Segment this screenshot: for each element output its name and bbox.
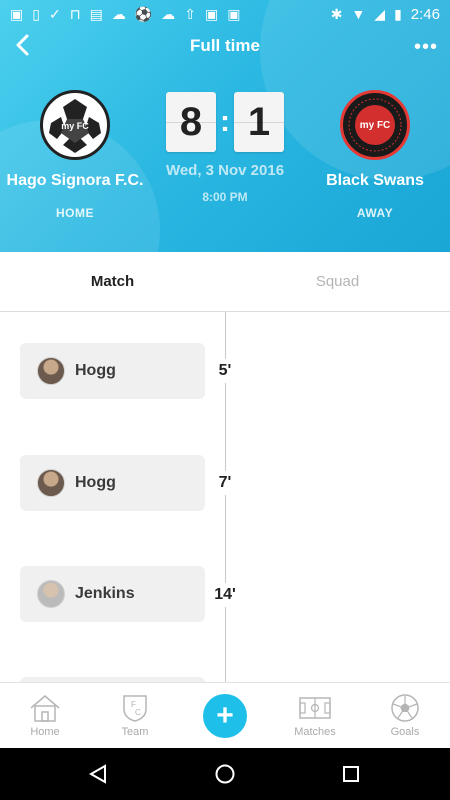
nav-goals[interactable]: Goals bbox=[360, 683, 450, 749]
player-name: Hogg bbox=[75, 474, 116, 491]
nav-matches[interactable]: Matches bbox=[270, 683, 360, 749]
check-icon: ✓ bbox=[48, 6, 61, 22]
event-minute: 5' bbox=[205, 359, 245, 383]
pitch-icon bbox=[299, 697, 331, 719]
home-score: 8 bbox=[166, 92, 216, 152]
recents-square-icon[interactable] bbox=[341, 764, 361, 784]
nav-team[interactable]: F C Team bbox=[90, 683, 180, 749]
svg-text:C: C bbox=[135, 708, 141, 717]
event-minute: 14' bbox=[205, 583, 245, 607]
keyboard-icon: ▤ bbox=[89, 6, 103, 22]
team-crest-icon: F C bbox=[123, 695, 147, 722]
overscan-icon: ⊓ bbox=[69, 6, 81, 22]
crest-text: my FC bbox=[360, 120, 391, 131]
nav-home-label: Home bbox=[30, 726, 60, 738]
nav-goals-label: Goals bbox=[390, 726, 420, 738]
timeline-event[interactable]: Jenkins bbox=[20, 566, 205, 622]
avatar bbox=[37, 580, 65, 608]
cloud-icon: ☁ bbox=[111, 6, 126, 22]
plus-icon: + bbox=[216, 699, 234, 732]
back-triangle-icon[interactable] bbox=[87, 764, 109, 784]
event-minute: 7' bbox=[205, 471, 245, 495]
photo-play-icon: ▣ bbox=[227, 6, 241, 22]
house-icon bbox=[30, 695, 60, 722]
nav-matches-label: Matches bbox=[294, 726, 336, 738]
avatar bbox=[37, 469, 65, 497]
away-label: AWAY bbox=[356, 206, 394, 220]
away-score: 1 bbox=[234, 92, 284, 152]
player-name: Jenkins bbox=[75, 585, 135, 602]
timeline-event[interactable]: Hogg bbox=[20, 343, 205, 399]
score-separator: : bbox=[220, 105, 230, 138]
tab-squad[interactable]: Squad bbox=[225, 252, 450, 311]
away-team-crest[interactable]: my FC bbox=[340, 90, 410, 160]
tab-bar: Match Squad bbox=[0, 252, 450, 312]
page-title: Full time bbox=[190, 36, 260, 55]
soccer-ball-icon: ⚽ bbox=[134, 6, 153, 22]
avatar bbox=[37, 357, 65, 385]
top-app-bar: Full time ••• bbox=[0, 28, 450, 64]
match-header: Full time ••• my FC my FC Hago Signora F… bbox=[0, 0, 450, 252]
image-icon: ▣ bbox=[10, 6, 24, 22]
match-time: 8:00 PM bbox=[202, 190, 248, 204]
more-options-button[interactable]: ••• bbox=[414, 36, 438, 59]
battery-icon: ▮ bbox=[394, 6, 402, 22]
wifi-icon: ▼ bbox=[351, 6, 366, 22]
soccer-ball-icon bbox=[391, 694, 419, 722]
status-time: 2:46 bbox=[410, 5, 440, 23]
nav-team-label: Team bbox=[121, 726, 149, 738]
timeline-event[interactable]: Hogg bbox=[20, 455, 205, 511]
bottom-navigation: Home F C Team + Matches Goals bbox=[0, 682, 450, 748]
cloud-icon: ☁ bbox=[161, 6, 176, 22]
signal-icon: ◢ bbox=[374, 6, 386, 22]
home-label: HOME bbox=[56, 206, 94, 220]
upload-icon: ⇧ bbox=[184, 6, 197, 22]
soccer-crest-icon: my FC bbox=[45, 95, 105, 155]
crest-text: my FC bbox=[61, 121, 89, 131]
player-name: Hogg bbox=[75, 362, 116, 379]
match-timeline[interactable]: Hogg 5' Hogg 7' Jenkins 14' bbox=[0, 312, 450, 682]
bluetooth-icon: ✱ bbox=[330, 6, 343, 22]
home-circle-icon[interactable] bbox=[214, 763, 236, 785]
status-bar: ▣ ▯ ✓ ⊓ ▤ ☁ ⚽ ☁ ⇧ ▣ ▣ ✱ ▼ ◢ ▮ 2:46 bbox=[0, 0, 450, 28]
home-team-crest[interactable]: my FC bbox=[40, 90, 110, 160]
match-date: Wed, 3 Nov 2016 bbox=[165, 162, 285, 179]
photo-check-icon: ▣ bbox=[205, 6, 219, 22]
tab-match[interactable]: Match bbox=[0, 252, 225, 311]
red-crest-icon: my FC bbox=[345, 95, 405, 155]
phone-download-icon: ▯ bbox=[32, 6, 40, 22]
nav-home[interactable]: Home bbox=[0, 683, 90, 749]
more-dots-icon: ••• bbox=[413, 36, 438, 58]
system-navigation-bar bbox=[0, 748, 450, 800]
add-button[interactable]: + bbox=[203, 694, 247, 738]
